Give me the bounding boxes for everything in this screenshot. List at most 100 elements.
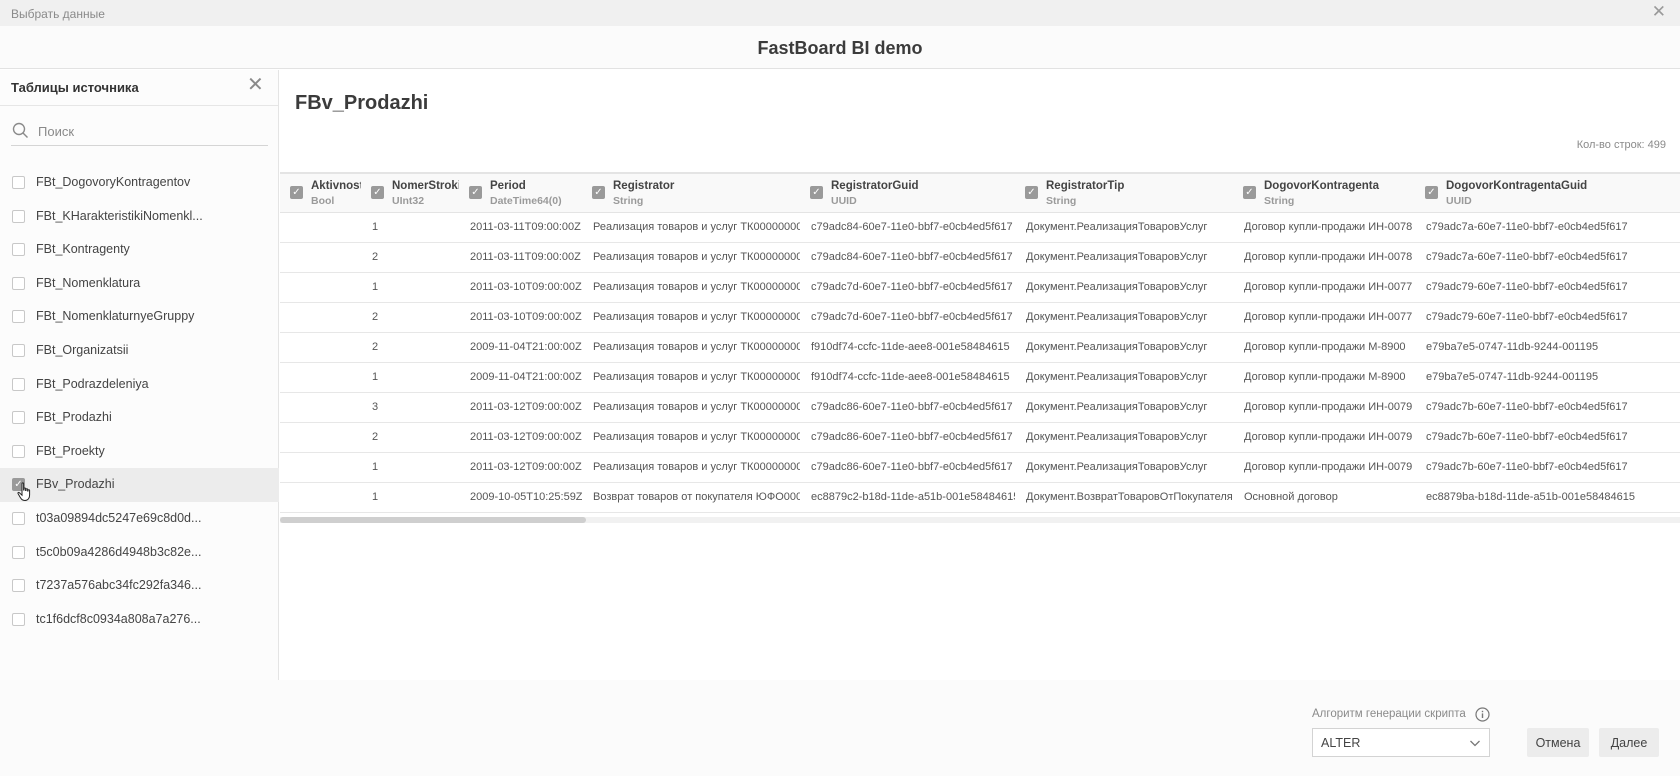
column-header[interactable]: ✓ Period DateTime64(0): [459, 174, 582, 213]
table-row[interactable]: 1 2011-03-11T09:00:00Z Реализация товаров …: [280, 212, 1680, 243]
table-cell: 1: [361, 362, 459, 393]
column-type: String: [613, 195, 644, 207]
table-checkbox[interactable]: [12, 444, 25, 458]
table-row[interactable]: 2 2011-03-10T09:00:00Z Реализация товаров …: [280, 302, 1680, 333]
table-list-item[interactable]: t5c0b09a4286d4948b3c82e...: [0, 536, 279, 570]
next-button[interactable]: Далее: [1599, 728, 1659, 757]
table-checkbox[interactable]: [12, 411, 25, 425]
data-grid[interactable]: ✓ Aktivnost Bool ✓ NomerStroki UInt32 ✓ Period D…: [280, 172, 1680, 518]
table-checkbox[interactable]: [12, 243, 25, 257]
column-checkbox[interactable]: ✓: [1025, 186, 1038, 199]
cell-value: 2009-10-05T10:25:59Z: [470, 491, 582, 503]
cell-value: Реализация товаров и услуг ТК000000002: [593, 311, 800, 323]
search-box: [11, 118, 268, 146]
table-name: FBt_Kontragenty: [36, 242, 130, 257]
table-list-item[interactable]: t7237a576abc34fc292fa346...: [0, 569, 279, 603]
table-checkbox[interactable]: [12, 579, 25, 593]
cell-value: Реализация товаров и услуг ТК000000004: [593, 401, 800, 413]
table-cell: Реализация товаров и услуг ТК000000002: [582, 272, 800, 303]
table-row[interactable]: 2 2011-03-12T09:00:00Z Реализация товаров …: [280, 422, 1680, 453]
table-cell: 1: [361, 482, 459, 513]
column-checkbox[interactable]: ✓: [290, 186, 303, 199]
table-cell: Документ.РеализацияТоваровУслуг: [1015, 392, 1233, 423]
table-list-item[interactable]: FBt_Nomenklatura: [0, 267, 279, 301]
algorithm-select[interactable]: ALTER: [1312, 728, 1490, 757]
table-list-item[interactable]: FBt_Proekty: [0, 435, 279, 469]
column-header[interactable]: ✓ RegistratorTip String: [1015, 174, 1233, 213]
search-input[interactable]: [38, 120, 264, 142]
table-row[interactable]: 1 2009-10-05T10:25:59Z Возврат товаров от …: [280, 482, 1680, 513]
column-type: String: [1264, 195, 1295, 207]
column-checkbox[interactable]: ✓: [469, 186, 482, 199]
horizontal-scrollbar[interactable]: [280, 517, 1680, 523]
table-row[interactable]: 2 2009-11-04T21:00:00Z Реализация товаров …: [280, 332, 1680, 363]
cell-value: 2011-03-11T09:00:00Z: [470, 221, 581, 233]
table-cell: 1: [361, 452, 459, 483]
info-icon[interactable]: [1475, 707, 1490, 722]
cell-value: c79adc86-60e7-11e0-bbf7-e0cb4ed5f617: [811, 461, 1013, 473]
table-row[interactable]: 1 2011-03-12T09:00:00Z Реализация товаров …: [280, 452, 1680, 483]
table-list-item[interactable]: FBt_Organizatsii: [0, 334, 279, 368]
table-cell: Основной договор: [1233, 482, 1415, 513]
table-checkbox[interactable]: [12, 377, 25, 391]
column-checkbox[interactable]: ✓: [592, 186, 605, 199]
cell-value: ec8879ba-b18d-11de-a51b-001e58484615: [1426, 491, 1635, 503]
cell-value: 1: [372, 221, 379, 233]
cell-value: Документ.РеализацияТоваровУслуг: [1026, 221, 1208, 233]
table-name: t03a09894dc5247e69c8d0d...: [36, 510, 202, 525]
table-cell: Договор купли-продажи ИН-0079: [1233, 392, 1415, 423]
table-list-item[interactable]: ✓ FBv_Prodazhi: [0, 468, 279, 502]
cell-value: Реализация товаров и услуг ТК000000006: [593, 371, 800, 383]
cell-value: 2011-03-12T09:00:00Z: [470, 461, 582, 473]
column-header[interactable]: ✓ NomerStroki UInt32: [361, 174, 461, 213]
table-list-item[interactable]: FBt_DogovoryKontragentov: [0, 166, 279, 200]
table-row[interactable]: 1 2011-03-10T09:00:00Z Реализация товаров …: [280, 272, 1680, 303]
table-checkbox[interactable]: [12, 209, 25, 223]
panel-close-icon[interactable]: ✕: [247, 74, 264, 96]
table-checkbox[interactable]: [12, 310, 25, 324]
column-header[interactable]: ✓ Registrator String: [582, 174, 800, 213]
table-checkbox[interactable]: [12, 176, 25, 189]
table-checkbox[interactable]: [12, 612, 25, 626]
table-row[interactable]: 2 2011-03-11T09:00:00Z Реализация товаров …: [280, 242, 1680, 273]
table-checkbox[interactable]: [12, 343, 25, 357]
column-header[interactable]: ✓ DogovorKontragenta String: [1233, 174, 1415, 213]
window-close-icon[interactable]: ✕: [1652, 3, 1666, 21]
table-list-item[interactable]: FBt_Podrazdeleniya: [0, 368, 279, 402]
cell-value: e79ba7e5-0747-11db-9244-001195: [1426, 371, 1599, 383]
table-checkbox[interactable]: [12, 276, 25, 290]
cell-value: c79adc79-60e7-11e0-bbf7-e0cb4ed5f617: [1426, 281, 1628, 293]
table-name: FBt_Podrazdeleniya: [36, 376, 149, 391]
cancel-button[interactable]: Отмена: [1527, 728, 1589, 757]
table-checkbox[interactable]: [12, 545, 25, 559]
column-checkbox[interactable]: ✓: [1425, 186, 1438, 199]
table-row[interactable]: 1 2009-11-04T21:00:00Z Реализация товаров …: [280, 362, 1680, 393]
cell-value: Реализация товаров и услуг ТК000000004: [593, 431, 800, 443]
table-list-item[interactable]: t03a09894dc5247e69c8d0d...: [0, 502, 279, 536]
table-cell: [280, 422, 361, 453]
table-cell: [280, 302, 361, 333]
column-checkbox[interactable]: ✓: [810, 186, 823, 199]
table-row[interactable]: 3 2011-03-12T09:00:00Z Реализация товаров …: [280, 392, 1680, 423]
column-header[interactable]: ✓ Aktivnost Bool: [280, 174, 363, 213]
table-cell: c79adc7b-60e7-11e0-bbf7-e0cb4ed5f617: [1415, 422, 1680, 453]
column-header[interactable]: ✓ DogovorKontragentaGuid UUID: [1415, 174, 1680, 213]
table-list-item[interactable]: FBt_NomenklaturnyeGruppy: [0, 300, 279, 334]
divider: [0, 105, 278, 106]
table-checkbox[interactable]: [12, 511, 25, 525]
table-list-item[interactable]: FBt_Prodazhi: [0, 401, 279, 435]
table-list-item[interactable]: FBt_Kontragenty: [0, 233, 279, 267]
column-header[interactable]: ✓ RegistratorGuid UUID: [800, 174, 1015, 213]
column-checkbox[interactable]: ✓: [371, 186, 384, 199]
scrollbar-thumb[interactable]: [280, 517, 586, 523]
cell-value: c79adc7d-60e7-11e0-bbf7-e0cb4ed5f617: [811, 281, 1013, 293]
table-cell: Документ.РеализацияТоваровУслуг: [1015, 242, 1233, 273]
table-list-item[interactable]: FBt_KHarakteristikiNomenkl...: [0, 200, 279, 234]
column-checkbox[interactable]: ✓: [1243, 186, 1256, 199]
cell-value: 2009-11-04T21:00:00Z: [470, 371, 582, 383]
table-list-item[interactable]: tc1f6dcf8c0934a808a7a276...: [0, 603, 279, 637]
table-cell: 2011-03-12T09:00:00Z: [459, 422, 582, 453]
dialog-footer: Алгоритм генерации скрипта ALTER Отмена …: [0, 680, 1680, 776]
cell-value: Договор купли-продажи ИН-0078: [1244, 221, 1413, 233]
source-tables-panel: Таблицы источника ✕ FBt_DogovoryKontrage…: [0, 70, 279, 680]
